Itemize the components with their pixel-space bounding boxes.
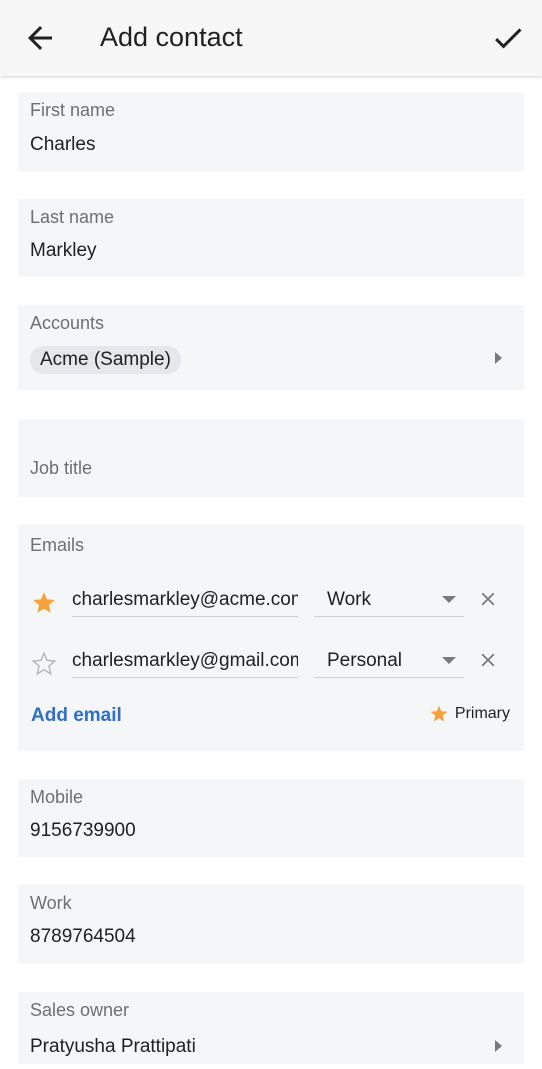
job-title-placeholder[interactable]: Job title [30, 458, 92, 479]
chevron-right-icon[interactable] [495, 352, 502, 364]
email-input[interactable] [72, 645, 298, 678]
page-title: Add contact [100, 22, 243, 52]
work-phone-value[interactable]: 8789764504 [30, 926, 136, 948]
check-icon[interactable] [490, 20, 526, 56]
email-type-value: Personal [327, 650, 402, 671]
email-type-select[interactable]: Personal [314, 645, 464, 678]
emails-label: Emails [30, 535, 85, 555]
caret-down-icon [442, 657, 456, 664]
star-outline-icon[interactable] [31, 651, 57, 677]
star-filled-icon[interactable] [31, 590, 57, 616]
account-chip[interactable]: Acme (Sample) [30, 346, 181, 374]
first-name-value[interactable]: Charles [30, 134, 95, 156]
email-input[interactable] [72, 584, 298, 617]
close-icon[interactable] [477, 649, 499, 671]
work-phone-field[interactable]: Work 8789764504 [18, 885, 524, 963]
sales-owner-field[interactable]: Sales owner Pratyusha Prattipati [18, 992, 524, 1064]
email-type-select[interactable]: Work [314, 584, 464, 617]
email-row: Personal [18, 645, 524, 685]
add-email-link[interactable]: Add email [31, 705, 122, 727]
email-row: Work [18, 584, 524, 624]
accounts-label: Accounts [30, 313, 105, 333]
last-name-field[interactable]: Last name Markley [18, 199, 524, 277]
accounts-field[interactable]: Accounts Acme (Sample) [18, 305, 524, 390]
job-title-field[interactable]: Job title [18, 419, 524, 497]
primary-legend: Primary [430, 705, 510, 723]
sales-owner-value[interactable]: Pratyusha Prattipati [30, 1036, 196, 1058]
first-name-field[interactable]: First name Charles [18, 93, 524, 171]
first-name-label: First name [30, 100, 116, 120]
mobile-field[interactable]: Mobile 9156739900 [18, 779, 524, 857]
mobile-value[interactable]: 9156739900 [30, 820, 136, 842]
close-icon[interactable] [477, 588, 499, 610]
app-bar: Add contact [0, 0, 542, 76]
chevron-right-icon[interactable] [495, 1040, 502, 1052]
mobile-label: Mobile [30, 787, 84, 807]
work-phone-label: Work [30, 893, 72, 913]
sales-owner-label: Sales owner [30, 1000, 130, 1020]
star-filled-icon [430, 705, 448, 722]
arrow-left-icon[interactable] [22, 20, 58, 56]
emails-section: Emails Work Personal Add email Prim [18, 525, 524, 751]
last-name-value[interactable]: Markley [30, 240, 97, 262]
caret-down-icon [442, 596, 456, 603]
primary-legend-label: Primary [454, 705, 510, 722]
last-name-label: Last name [30, 207, 115, 227]
email-type-value: Work [327, 589, 371, 610]
